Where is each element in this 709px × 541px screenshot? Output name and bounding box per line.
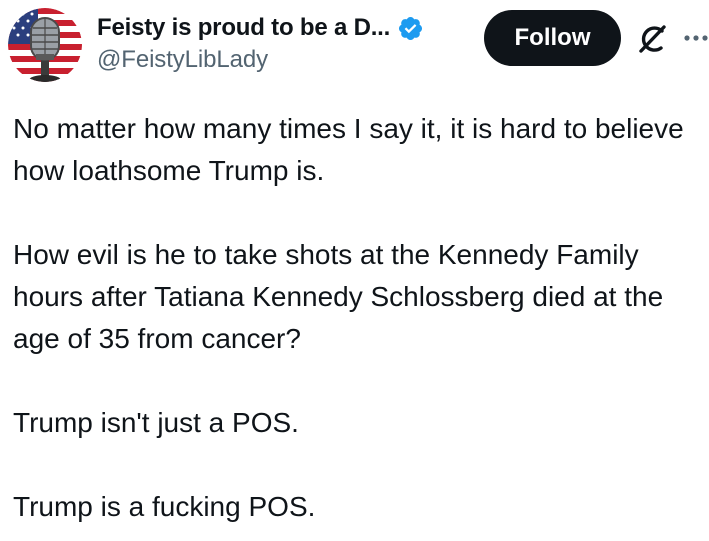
handle[interactable]: @FeistyLibLady — [97, 46, 424, 74]
tweet-card: Feisty is proud to be a D... @FeistyLibL… — [0, 0, 709, 541]
tweet-paragraph: No matter how many times I say it, it is… — [13, 113, 684, 186]
tweet-paragraph: Trump isn't just a POS. — [13, 407, 299, 438]
name-row: Feisty is proud to be a D... — [97, 12, 424, 44]
vintage-microphone-icon — [8, 8, 82, 82]
more-dots-icon[interactable] — [683, 30, 709, 41]
tweet-header: Feisty is proud to be a D... @FeistyLibL… — [0, 0, 709, 84]
tweet-paragraph: How evil is he to take shots at the Kenn… — [13, 239, 664, 354]
verified-badge-icon — [397, 15, 424, 42]
display-name[interactable]: Feisty is proud to be a D... — [97, 14, 390, 42]
follow-button[interactable]: Follow — [484, 10, 621, 66]
author-info: Feisty is proud to be a D... @FeistyLibL… — [97, 12, 424, 74]
tweet-paragraph: Trump is a fucking POS. — [13, 491, 316, 522]
grok-icon[interactable] — [635, 22, 669, 56]
tweet-text: No matter how many times I say it, it is… — [13, 108, 703, 528]
avatar[interactable] — [8, 8, 82, 82]
